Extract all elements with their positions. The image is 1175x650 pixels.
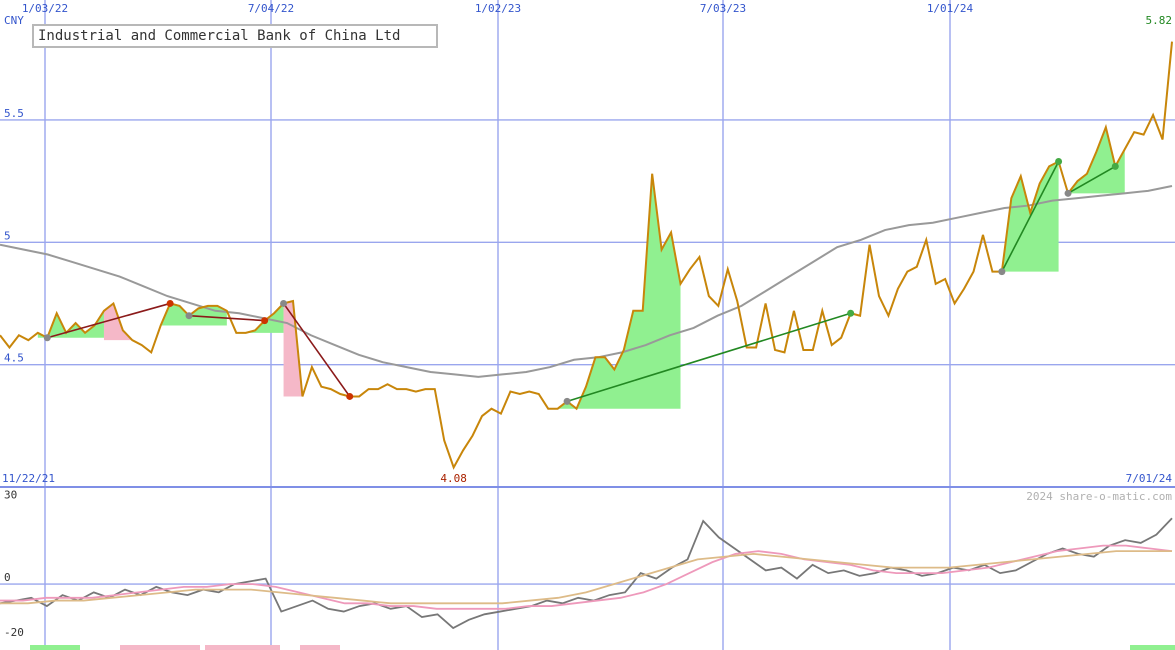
series-lines: [0, 41, 1173, 630]
trade-entry-marker: [563, 397, 571, 405]
trend-fill-area: [992, 161, 1059, 272]
x-tick-label: 1/01/24: [927, 2, 974, 15]
x-tick-label: 1/03/22: [22, 2, 68, 15]
oscillator-line: [0, 550, 1172, 605]
oscillator-line: [0, 517, 1173, 630]
signal-bar: [300, 645, 340, 650]
signal-bar: [120, 645, 200, 650]
chart: CNY 5.5 5 4.5 1/03/22 7/04/22 1/02/23 7/…: [0, 0, 1175, 650]
trade-segment: [566, 312, 851, 403]
trend-fills: [37, 127, 1125, 409]
trade-entry-marker: [1064, 189, 1072, 197]
copyright-label: 2024 share-o-matic.com: [1026, 490, 1172, 503]
trade-exit-marker: [1111, 162, 1119, 170]
trend-fill-area: [283, 301, 303, 397]
min-value-label: 4.08: [440, 472, 467, 485]
last-value-label: 5.82: [1146, 14, 1173, 27]
signal-bar: [30, 645, 80, 650]
y-tick-label: 5.5: [4, 107, 24, 120]
end-date-label: 7/01/24: [1126, 472, 1173, 485]
trade-entry-marker: [280, 299, 288, 307]
trade-entry-marker: [43, 334, 51, 342]
moving-average-line: [0, 185, 1173, 378]
chart-title: Industrial and Commercial Bank of China …: [38, 28, 401, 44]
chart-title-box: Industrial and Commercial Bank of China …: [32, 24, 438, 48]
y-tick-label: 4.5: [4, 352, 24, 365]
currency-label: CNY: [4, 14, 24, 27]
trade-exit-marker: [1055, 158, 1063, 166]
oscillator-tick-label: 0: [4, 571, 11, 584]
signal-bar: [1130, 645, 1175, 650]
signal-bar: [205, 645, 280, 650]
trade-exit-marker: [261, 317, 269, 325]
trade-exit-marker: [166, 299, 174, 307]
trade-entry-marker: [185, 312, 193, 320]
oscillator-tick-label: 30: [4, 489, 17, 502]
start-date-label: 11/22/21: [2, 472, 55, 485]
trend-fill-area: [548, 173, 681, 409]
y-tick-label: 5: [4, 229, 11, 242]
trade-entry-marker: [998, 268, 1006, 276]
trade-exit-marker: [346, 392, 354, 400]
oscillator-tick-label: -20: [4, 626, 24, 639]
trade-exit-marker: [847, 309, 855, 317]
x-tick-label: 7/03/23: [700, 2, 746, 15]
x-tick-label: 7/04/22: [248, 2, 294, 15]
x-tick-label: 1/02/23: [475, 2, 521, 15]
